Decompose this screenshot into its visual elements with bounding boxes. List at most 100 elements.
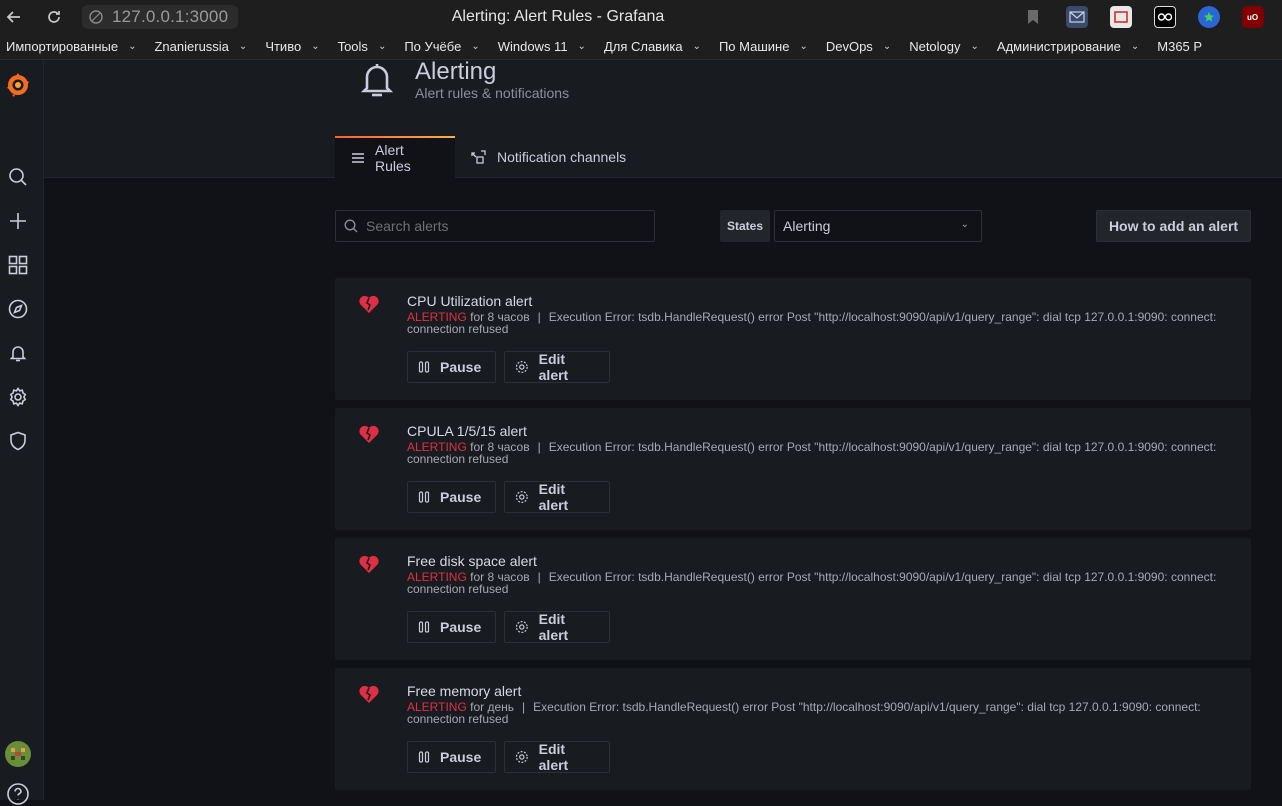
edit-alert-button[interactable]: Edit alert bbox=[504, 611, 610, 643]
chevron-down-icon: ⌄ bbox=[1130, 41, 1140, 52]
bookmark-label: Администрирование bbox=[996, 39, 1121, 54]
bookmark-label: Windows 11 bbox=[497, 39, 568, 54]
heart-break-icon bbox=[358, 554, 380, 574]
gear-icon bbox=[515, 621, 528, 633]
edit-alert-button[interactable]: Edit alert bbox=[504, 351, 610, 383]
help-icon[interactable] bbox=[6, 782, 30, 806]
bell-icon[interactable] bbox=[7, 342, 29, 364]
alert-card: Free disk space alert ALERTING for 8 час… bbox=[335, 538, 1251, 660]
pause-button[interactable]: Pause bbox=[407, 741, 496, 773]
sidemenu bbox=[0, 60, 44, 805]
bookmark-label: По Машине bbox=[718, 39, 790, 54]
channel-icon bbox=[471, 150, 487, 164]
browser-titlebar: 127.0.0.1:3000 Alerting: Alert Rules - G… bbox=[0, 0, 1282, 34]
extension-icons: uO bbox=[1022, 6, 1264, 28]
pause-label: Pause bbox=[440, 359, 482, 375]
bookmark-folder[interactable]: По Машине ⌄ bbox=[713, 39, 814, 54]
grafana-logo-icon[interactable] bbox=[3, 70, 33, 100]
how-to-add-alert-button[interactable]: How to add an alert bbox=[1096, 210, 1251, 242]
bookmark-folder[interactable]: M365 P bbox=[1151, 39, 1208, 54]
alert-meta: ALERTING for 8 часов | Execution Error: ts… bbox=[407, 570, 1217, 596]
window-title: Alerting: Alert Rules - Grafana bbox=[451, 8, 665, 25]
bookmark-icon[interactable] bbox=[1022, 6, 1044, 28]
avatar[interactable] bbox=[4, 740, 32, 768]
alert-name[interactable]: CPULA 1/5/15 alert bbox=[407, 423, 527, 439]
plus-icon[interactable] bbox=[7, 210, 29, 232]
tab-label: Notification channels bbox=[497, 149, 627, 165]
pause-button[interactable]: Pause bbox=[407, 351, 496, 383]
bookmark-folder[interactable]: Для Славика ⌄ bbox=[598, 39, 707, 54]
alert-name[interactable]: Free disk space alert bbox=[407, 553, 537, 569]
bookmark-label: Tools bbox=[337, 39, 368, 54]
bell-icon bbox=[359, 60, 395, 100]
chevron-down-icon: ⌄ bbox=[692, 41, 701, 52]
svg-text:uO: uO bbox=[1247, 13, 1258, 22]
alert-card: CPULA 1/5/15 alert ALERTING for 8 часов |… bbox=[335, 408, 1251, 530]
search-icon[interactable] bbox=[7, 166, 29, 188]
edit-alert-button[interactable]: Edit alert bbox=[504, 741, 610, 773]
page-subtitle: Alert rules & notifications bbox=[415, 85, 570, 101]
bookmark-folder[interactable]: Чтиво ⌄ bbox=[259, 39, 325, 54]
alert-name[interactable]: Free memory alert bbox=[407, 683, 521, 699]
bookmark-label: Для Славика bbox=[603, 39, 683, 54]
pause-icon bbox=[418, 621, 430, 633]
pause-icon bbox=[418, 751, 430, 763]
pause-label: Pause bbox=[440, 749, 482, 765]
pause-button[interactable]: Pause bbox=[407, 611, 496, 643]
alert-name[interactable]: CPU Utilization alert bbox=[407, 293, 532, 309]
bookmark-folder[interactable]: DevOps ⌄ bbox=[820, 39, 897, 54]
tab-alert-rules[interactable]: Alert Rules bbox=[335, 136, 455, 178]
alert-meta: ALERTING for 8 часов | Execution Error: ts… bbox=[407, 440, 1217, 466]
alert-card: Free memory alert ALERTING for день | Exec… bbox=[335, 668, 1251, 790]
bookmark-label: Netology bbox=[909, 39, 961, 54]
bookmark-folder[interactable]: Администрирование ⌄ bbox=[991, 39, 1145, 54]
tab-notification-channels[interactable]: Notification channels bbox=[455, 136, 642, 178]
pause-button[interactable]: Pause bbox=[407, 481, 496, 513]
list-icon bbox=[351, 152, 365, 164]
bookmarks-bar: Импортированные ⌄ Znanierussia ⌄ Чтиво ⌄ To… bbox=[0, 34, 1282, 60]
states-select[interactable]: Alerting ⌄ bbox=[774, 210, 982, 242]
gear-icon bbox=[515, 361, 528, 373]
chevron-down-icon: ⌄ bbox=[377, 41, 387, 52]
search-icon bbox=[344, 219, 358, 233]
bookmark-folder[interactable]: По Учёбе ⌄ bbox=[398, 39, 485, 54]
page-title: Alerting bbox=[415, 58, 497, 85]
search-input[interactable]: Search alerts bbox=[335, 210, 655, 242]
chevron-down-icon: ⌄ bbox=[799, 41, 808, 52]
states-value: Alerting bbox=[783, 218, 831, 234]
bookmark-folder[interactable]: Znanierussia ⌄ bbox=[148, 39, 253, 54]
gear-icon bbox=[515, 751, 528, 763]
chevron-down-icon: ⌄ bbox=[311, 41, 320, 52]
chevron-down-icon: ⌄ bbox=[471, 41, 480, 52]
alert-meta: ALERTING for 8 часов | Execution Error: ts… bbox=[407, 310, 1217, 336]
chevron-down-icon: ⌄ bbox=[577, 41, 586, 52]
bookmark-label: Znanierussia bbox=[154, 39, 229, 54]
mail-extension-icon[interactable] bbox=[1066, 6, 1088, 28]
alert-meta: ALERTING for день | Execution Error: tsdb.… bbox=[407, 700, 1201, 726]
chevron-down-icon: ⌄ bbox=[970, 41, 979, 52]
ublock-icon[interactable]: uO bbox=[1242, 6, 1264, 28]
bookmark-folder[interactable]: Windows 11 ⌄ bbox=[492, 39, 592, 54]
tab-label: Alert Rules bbox=[375, 142, 411, 174]
bookmark-label: DevOps bbox=[825, 39, 873, 54]
gear-icon[interactable] bbox=[7, 386, 29, 408]
edit-alert-button[interactable]: Edit alert bbox=[504, 481, 610, 513]
chevron-down-icon: ⌄ bbox=[128, 41, 137, 52]
window-extension-icon[interactable] bbox=[1110, 6, 1132, 28]
edit-label: Edit alert bbox=[538, 351, 569, 383]
heart-break-icon bbox=[358, 684, 380, 704]
bookmark-folder[interactable]: Импортированные ⌄ bbox=[0, 39, 142, 54]
glasses-extension-icon[interactable] bbox=[1154, 6, 1176, 28]
pause-label: Pause bbox=[440, 619, 482, 635]
star-extension-icon[interactable] bbox=[1198, 6, 1220, 28]
edit-label: Edit alert bbox=[538, 611, 569, 643]
shield-icon[interactable] bbox=[7, 430, 29, 452]
explore-icon[interactable] bbox=[7, 298, 29, 320]
bookmark-label: Импортированные bbox=[6, 39, 119, 54]
bookmark-folder[interactable]: Tools ⌄ bbox=[332, 39, 393, 54]
bookmark-label: Чтиво bbox=[265, 39, 302, 54]
edit-label: Edit alert bbox=[538, 741, 569, 773]
dashboards-icon[interactable] bbox=[7, 254, 29, 276]
edit-label: Edit alert bbox=[538, 481, 569, 513]
bookmark-folder[interactable]: Netology ⌄ bbox=[903, 39, 985, 54]
